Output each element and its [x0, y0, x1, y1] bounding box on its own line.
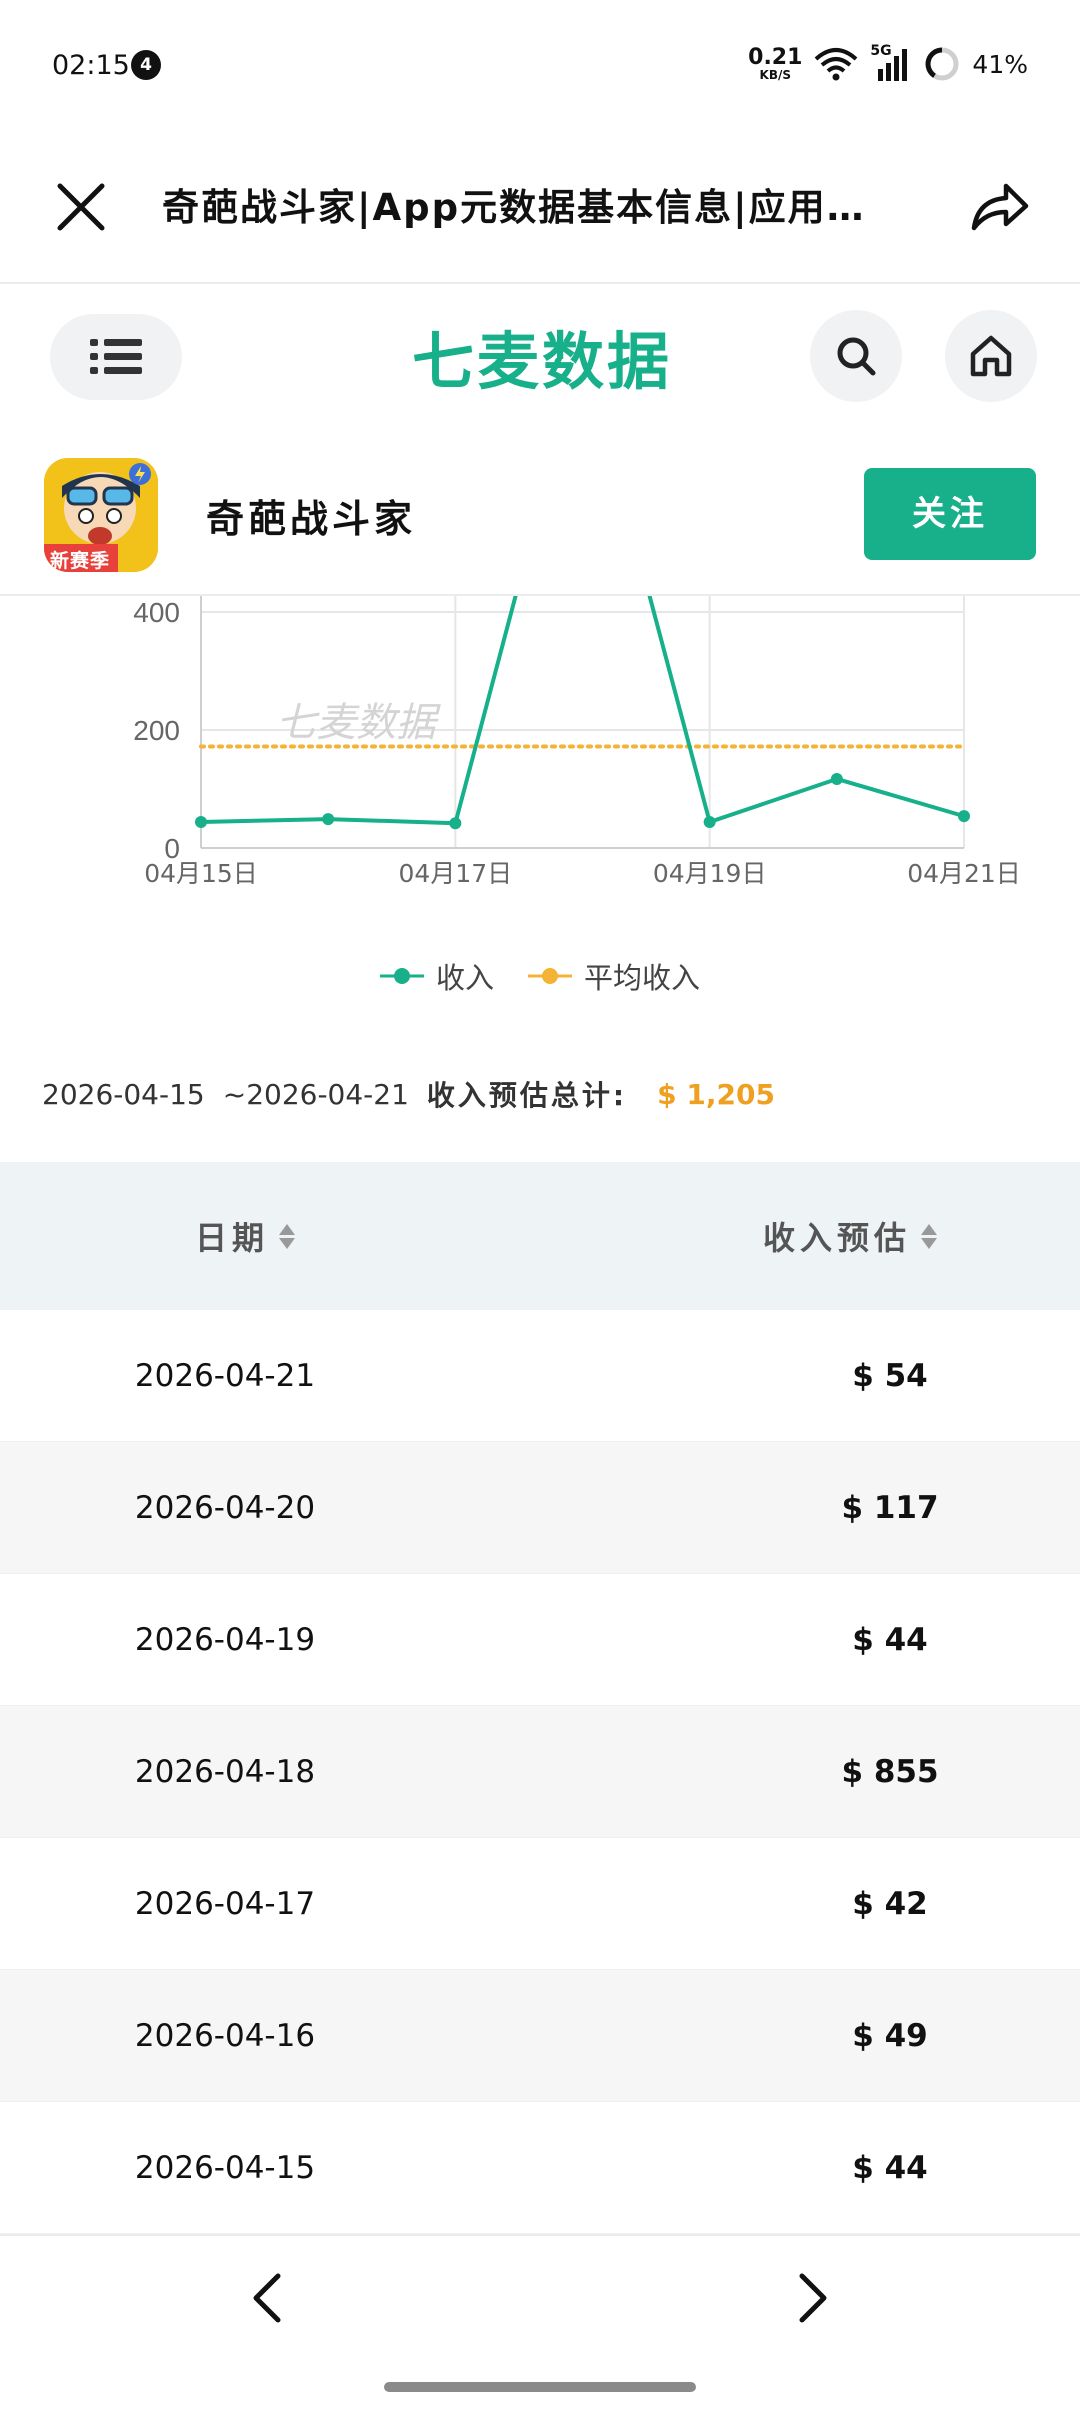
status-indicators: 0.21 KB/S 5G 41%: [748, 43, 1028, 84]
data-point-revenue: [958, 810, 970, 823]
column-header-date-label: 日期: [194, 1219, 269, 1257]
revenue-table: 日期 收入预估 2026-04-21 $ 54 2026-04-20 $ 117…: [0, 1162, 1080, 2234]
chart-watermark: 七麦数据: [276, 700, 441, 746]
battery-percent: 41%: [972, 49, 1028, 79]
chevron-left-icon: [253, 2273, 281, 2323]
data-point-revenue: [449, 817, 462, 830]
network-speed: 0.21 KB/S: [748, 45, 803, 82]
table-row: 2026-04-19 $ 44: [0, 1574, 1080, 1706]
column-header-revenue-label: 收入预估: [762, 1219, 911, 1257]
table-row: 2026-04-20 $ 117: [0, 1442, 1080, 1574]
cell-date: 2026-04-15: [134, 2149, 316, 2186]
x-tick-label: 04月15日: [144, 859, 258, 888]
site-header: 七麦数据: [0, 286, 1080, 446]
cell-revenue: $ 44: [852, 2149, 928, 2186]
app-icon[interactable]: 新赛季: [44, 458, 158, 572]
legend-marker-revenue: [379, 968, 424, 984]
table-row: 2026-04-21 $ 54: [0, 1310, 1080, 1442]
share-button[interactable]: [968, 176, 1030, 238]
x-tick-label: 04月21日: [907, 859, 1021, 888]
app-name: 奇葩战斗家: [206, 497, 417, 541]
network-speed-value: 0.21: [748, 45, 803, 70]
menu-list-icon: [90, 339, 142, 374]
x-tick-label: 04月19日: [653, 859, 767, 888]
data-point-revenue: [195, 816, 207, 829]
cell-revenue: $ 855: [841, 1753, 939, 1790]
table-row: 2026-04-17 $ 42: [0, 1838, 1080, 1970]
table-header: 日期 收入预估: [0, 1162, 1080, 1310]
legend-item-revenue[interactable]: 收入: [379, 950, 494, 1002]
page-title: 奇葩战斗家|App元数据基本信息|应用…: [162, 186, 866, 229]
legend-label-average: 平均收入: [584, 961, 701, 995]
cell-signal-icon: 5G: [870, 43, 912, 81]
table-row: 2026-04-15 $ 44: [0, 2102, 1080, 2234]
app-header: 新赛季 奇葩战斗家 关注: [0, 446, 1080, 596]
column-header-date[interactable]: 日期: [0, 1213, 540, 1259]
home-button[interactable]: [945, 310, 1037, 402]
network-speed-unit: KB/S: [759, 68, 792, 82]
cell-date: 2026-04-18: [134, 1753, 316, 1790]
cell-revenue: $ 117: [841, 1489, 939, 1526]
status-time: 02:15: [52, 50, 130, 81]
home-icon: [970, 335, 1012, 377]
summary-date-from: 2026-04-15: [42, 1077, 205, 1111]
y-tick-label: 200: [133, 715, 180, 746]
close-button[interactable]: [52, 178, 110, 236]
y-tick-label: 400: [133, 597, 180, 628]
summary-date-to: ~2026-04-21: [222, 1077, 409, 1111]
search-icon: [837, 337, 876, 376]
cell-revenue: $ 44: [852, 1621, 928, 1658]
cell-date: 2026-04-17: [134, 1885, 316, 1922]
site-logo[interactable]: 七麦数据: [412, 316, 672, 398]
notification-count-badge: 4: [131, 50, 161, 80]
x-tick-label: 04月17日: [399, 859, 513, 888]
legend-item-average[interactable]: 平均收入: [528, 950, 700, 1002]
share-icon: [971, 183, 1029, 231]
cell-date: 2026-04-20: [134, 1489, 316, 1526]
chart-legend: 收入 平均收入: [0, 950, 1080, 1002]
data-point-revenue: [830, 772, 843, 785]
cell-revenue: $ 42: [852, 1885, 928, 1922]
app-icon-badge: 新赛季: [50, 550, 111, 572]
chevron-right-icon: [799, 2273, 827, 2323]
browser-bottom-nav: [0, 2234, 1080, 2364]
revenue-summary: 2026-04-15 ~2026-04-21 收入预估总计: $ 1,205: [42, 1072, 775, 1116]
summary-label: 收入预估总计:: [426, 1079, 628, 1112]
cell-revenue: $ 49: [852, 2017, 928, 2054]
forward-button[interactable]: [780, 2268, 840, 2328]
data-point-revenue: [703, 816, 716, 829]
battery-ring-icon: [925, 47, 959, 81]
column-header-revenue[interactable]: 收入预估: [540, 1213, 1080, 1259]
menu-button[interactable]: [50, 314, 182, 400]
table-row: 2026-04-16 $ 49: [0, 1970, 1080, 2102]
status-bar: 02:15 4 0.21 KB/S 5G 41%: [0, 0, 1080, 130]
legend-marker-average: [528, 968, 572, 984]
cell-date: 2026-04-19: [134, 1621, 316, 1658]
webview-title-bar: 奇葩战斗家|App元数据基本信息|应用…: [0, 130, 1080, 284]
follow-button[interactable]: 关注: [864, 468, 1036, 560]
sort-icon: [921, 1223, 937, 1249]
close-icon: [57, 183, 105, 231]
table-row: 2026-04-18 $ 855: [0, 1706, 1080, 1838]
site-logo-text: 七麦数据: [412, 325, 673, 398]
wifi-icon: [815, 48, 858, 81]
back-button[interactable]: [240, 2268, 300, 2328]
table-body: 2026-04-21 $ 54 2026-04-20 $ 117 2026-04…: [0, 1310, 1080, 2234]
sort-icon: [279, 1223, 295, 1249]
legend-label-revenue: 收入: [435, 961, 494, 995]
data-point-revenue: [322, 813, 335, 826]
search-button[interactable]: [810, 310, 902, 402]
revenue-chart-svg: 0200400七麦数据04月15日 04月17日 04月19日 04月21日: [133, 596, 1021, 888]
cell-date: 2026-04-21: [134, 1357, 316, 1394]
cell-date: 2026-04-16: [134, 2017, 316, 2054]
gesture-home-indicator[interactable]: [384, 2382, 696, 2392]
cell-revenue: $ 54: [852, 1357, 928, 1394]
summary-total: $ 1,205: [657, 1077, 775, 1111]
